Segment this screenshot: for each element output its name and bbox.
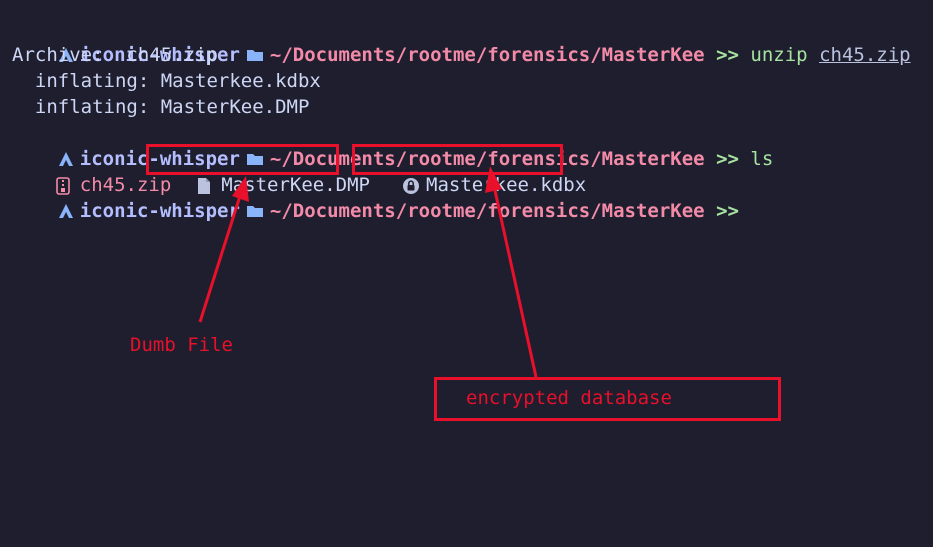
arrow-encrypted-db [492,185,538,378]
annotation-arrows [198,166,538,378]
annotation-dumb-file: Dumb File [130,334,233,356]
arrow-dumb-file [198,195,242,323]
arrow-head-dumb-file [232,176,249,202]
arrow-head-encrypted-db [485,166,502,193]
annotation-encrypted-database: encrypted database [466,387,672,409]
